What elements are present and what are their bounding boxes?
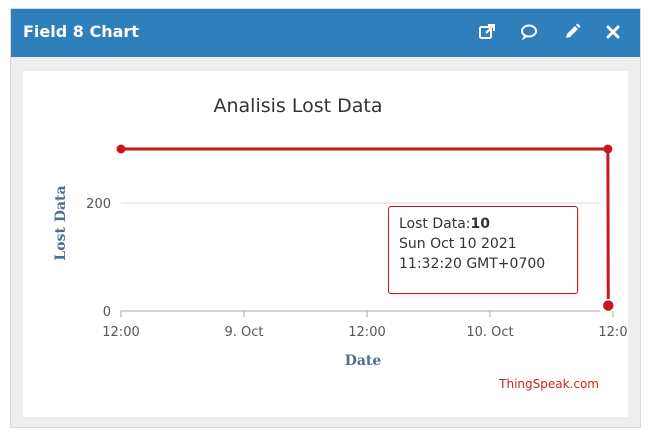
- x-tick-label: 12:00: [102, 325, 139, 340]
- tooltip-time: 11:32:20 GMT+0700: [399, 256, 546, 272]
- comment-icon[interactable]: [519, 22, 539, 42]
- external-link-icon[interactable]: [477, 22, 497, 42]
- x-tick-label: 10. Oct: [466, 325, 513, 340]
- widget-header: Field 8 Chart: [11, 9, 640, 57]
- close-icon[interactable]: [603, 22, 623, 42]
- tooltip-value: 10: [470, 216, 490, 232]
- widget-title: Field 8 Chart: [23, 22, 139, 41]
- x-tick-label: 12:00: [348, 325, 385, 340]
- y-tick-label: 0: [103, 305, 111, 320]
- tooltip-date: Sun Oct 10 2021: [399, 236, 517, 252]
- chart-widget: Field 8 Chart Analisis Lost Data Lost Da…: [10, 8, 641, 428]
- chart-title: Analisis Lost Data: [214, 95, 383, 117]
- chart-panel: Analisis Lost Data Lost Data Date 0 200 12…: [23, 71, 628, 417]
- edit-pencil-icon[interactable]: [562, 22, 582, 42]
- data-tooltip: Lost Data:10 Sun Oct 10 2021 11:32:20 GM…: [388, 206, 578, 294]
- data-point: [603, 144, 613, 154]
- data-point: [116, 144, 126, 154]
- x-tick-label: 9. Oct: [224, 325, 263, 340]
- tooltip-label: Lost Data:: [399, 216, 471, 232]
- x-tick-label: 12:0: [598, 325, 627, 340]
- data-point: [601, 298, 616, 313]
- x-axis-label: Date: [345, 353, 382, 369]
- thingspeak-credit-link[interactable]: ThingSpeak.com: [499, 377, 599, 391]
- y-tick-label: 200: [86, 197, 111, 212]
- y-axis-label: Lost Data: [53, 185, 69, 260]
